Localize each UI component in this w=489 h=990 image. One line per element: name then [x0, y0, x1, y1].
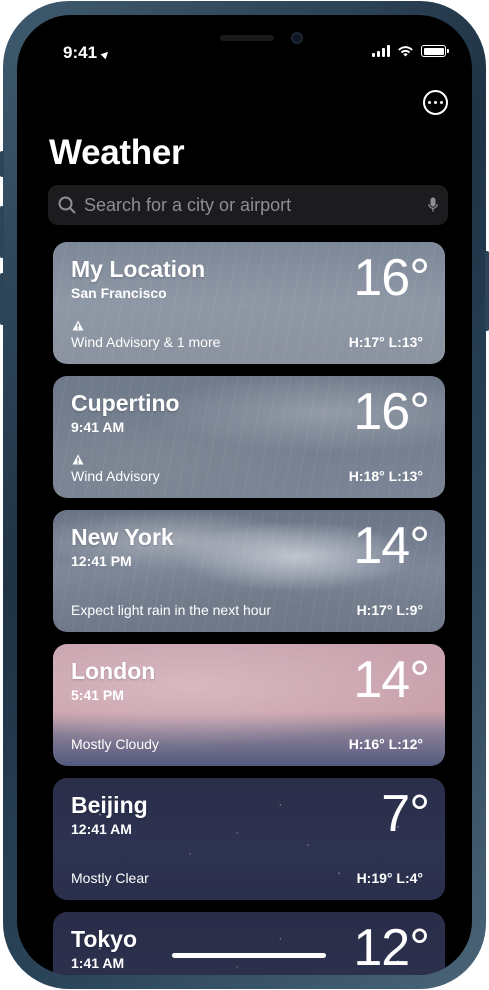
city-local-time: 1:41 AM [71, 955, 125, 971]
city-card-beijing[interactable]: Beijing 12:41 AM 7° Mostly Clear H:19° L… [53, 778, 445, 900]
current-temperature: 16° [353, 383, 430, 441]
side-button-power [485, 251, 489, 331]
side-button-mute [0, 151, 4, 177]
city-card-tokyo[interactable]: Tokyo 1:41 AM 12° [53, 912, 445, 975]
city-name: Beijing [71, 792, 148, 818]
current-temperature: 12° [353, 919, 430, 975]
screen: 9:41▲ Weather Search for a city or airpo… [17, 15, 472, 975]
weather-condition: Mostly Cloudy [71, 736, 159, 752]
front-camera [291, 32, 303, 44]
current-temperature: 14° [353, 651, 430, 709]
current-temperature: 7° [381, 785, 430, 843]
search-bar[interactable] [48, 185, 448, 225]
city-name: My Location [71, 256, 206, 282]
speaker-grille [220, 35, 274, 41]
current-temperature: 16° [353, 249, 430, 307]
page-title: Weather [49, 133, 185, 172]
microphone-icon[interactable] [428, 195, 438, 215]
side-button-volume-up [0, 206, 4, 258]
city-local-time: 9:41 AM [71, 419, 125, 435]
cellular-signal-icon [372, 45, 390, 57]
high-low-temperature: H:17° L:9° [356, 602, 423, 618]
status-time: 9:41▲ [63, 43, 116, 64]
battery-icon [421, 45, 449, 57]
weather-condition: Expect light rain in the next hour [71, 602, 272, 618]
city-card-new-york[interactable]: New York 12:41 PM 14° Expect light rain … [53, 510, 445, 632]
city-card-cupertino[interactable]: Cupertino 9:41 AM 16° Wind Advisory H:18… [53, 376, 445, 498]
city-local-time: 12:41 PM [71, 553, 132, 569]
high-low-temperature: H:19° L:4° [356, 870, 423, 886]
city-card-my-location[interactable]: My Location San Francisco 16° Wind Advis… [53, 242, 445, 364]
home-indicator[interactable] [172, 953, 326, 958]
high-low-temperature: H:16° L:12° [348, 736, 423, 752]
high-low-temperature: H:18° L:13° [348, 468, 423, 484]
wifi-icon [398, 46, 413, 57]
weather-condition: Mostly Clear [71, 870, 149, 886]
city-name: New York [71, 524, 174, 550]
city-name: London [71, 658, 156, 684]
city-local-time: 12:41 AM [71, 821, 132, 837]
current-temperature: 14° [353, 517, 430, 575]
weather-condition: Wind Advisory [71, 468, 160, 484]
more-options-button[interactable] [423, 90, 448, 115]
high-low-temperature: H:17° L:13° [348, 334, 423, 350]
warning-icon [72, 320, 84, 331]
status-time-text: 9:41 [63, 43, 98, 62]
city-local-time: 5:41 PM [71, 687, 124, 703]
side-button-volume-down [0, 273, 4, 325]
weather-condition: Wind Advisory & 1 more [71, 334, 221, 350]
phone-frame: 9:41▲ Weather Search for a city or airpo… [0, 1, 489, 989]
city-name: Cupertino [71, 390, 180, 416]
city-name: Tokyo [71, 926, 138, 952]
search-input[interactable] [84, 194, 428, 216]
location-arrow-icon: ▲ [96, 44, 116, 64]
city-card-london[interactable]: London 5:41 PM 14° Mostly Cloudy H:16° L… [53, 644, 445, 766]
warning-icon [72, 454, 84, 465]
search-icon [58, 196, 76, 214]
city-subtitle: San Francisco [71, 285, 167, 301]
status-icons [372, 45, 449, 57]
